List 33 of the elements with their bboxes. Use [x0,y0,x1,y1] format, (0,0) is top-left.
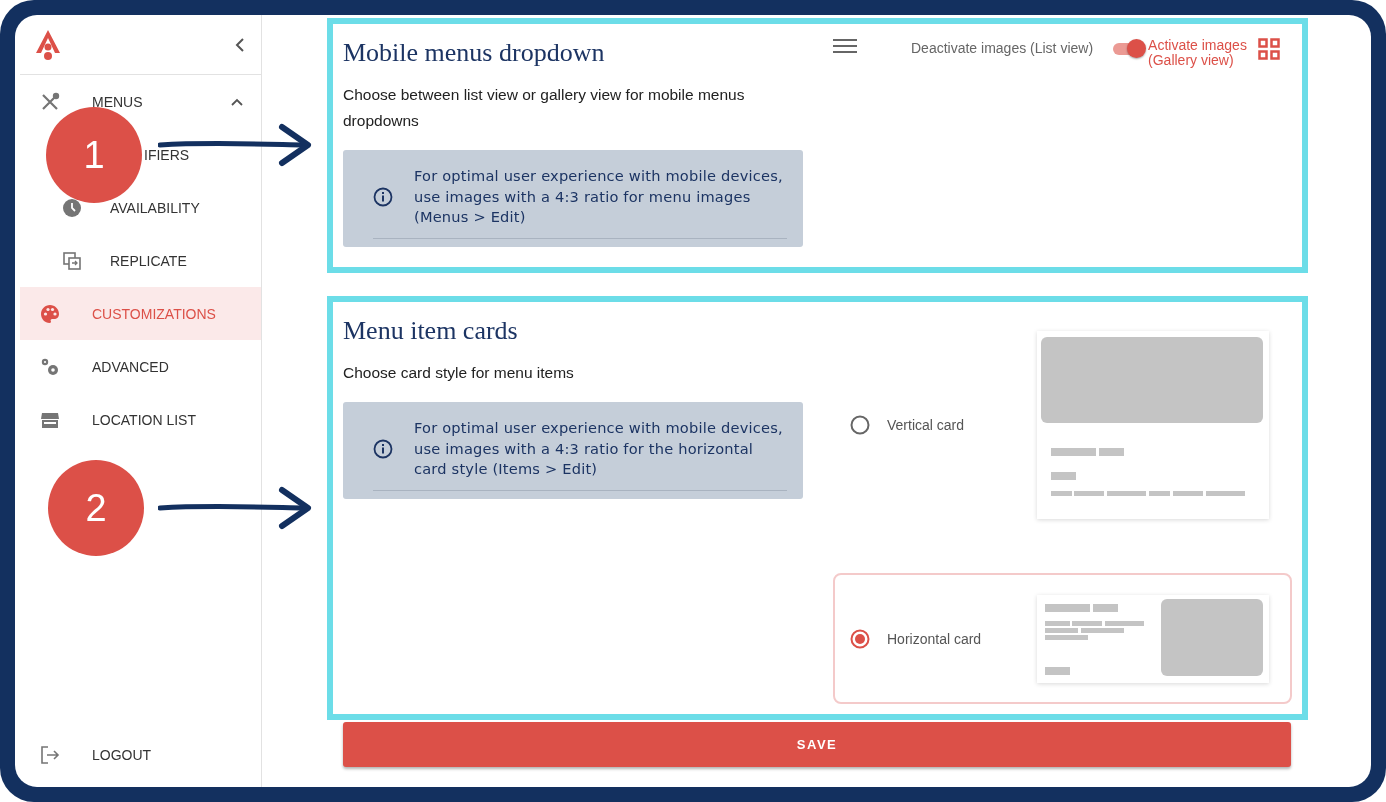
radio-button[interactable] [850,628,870,649]
radio-button[interactable] [850,415,870,435]
grid-icon [1258,38,1281,60]
sidebar-icon [62,250,82,271]
sidebar-item[interactable]: MENUS [92,93,143,110]
card-option[interactable]: Vertical card [833,328,1292,522]
logout-icon [40,745,60,765]
section-title: Menu item cards [343,316,519,346]
sidebar-subitem[interactable]: IFIERS [144,146,190,163]
sidebar-subitem[interactable]: REPLICATE [110,252,187,269]
logo-icon [35,28,61,61]
chevron-icon[interactable] [231,97,243,106]
menu-icon[interactable] [833,38,857,54]
sidebar-icon [62,197,82,218]
sidebar-icon [40,356,60,377]
info-icon [373,186,393,207]
info-text: For optimal user experience with mobile devices, use images with a 4:3 ratio for menu images (Menus > Edit) [414,166,784,227]
sidebar-icon [40,303,60,324]
sidebar-item[interactable]: LOCATION LIST [92,411,196,428]
card-option[interactable]: Horizontal card [833,573,1292,704]
logout-item[interactable]: LOGOUT [20,725,261,785]
info-text: For optimal user experience with mobile devices, use images with a 4:3 ratio for the horizontal card style (Items > Edit) [414,418,784,479]
save-button[interactable]: SAVE [343,722,1291,767]
collapse-icon[interactable] [235,37,245,52]
toggle-label: Deactivate images (List view) [911,40,1094,56]
sidebar-item[interactable]: ADVANCED [92,358,169,375]
sidebar-icon [40,91,60,112]
section-description: Choose between list view or gallery view for mobile menus dropdowns [343,85,746,131]
toggle-label: Activate images (Gallery view) [1148,38,1248,68]
view-toggle[interactable] [1111,38,1148,60]
info-icon [373,438,393,459]
section-description: Choose card style for menu items [343,363,575,383]
section-title: Mobile menus dropdown [343,38,606,68]
